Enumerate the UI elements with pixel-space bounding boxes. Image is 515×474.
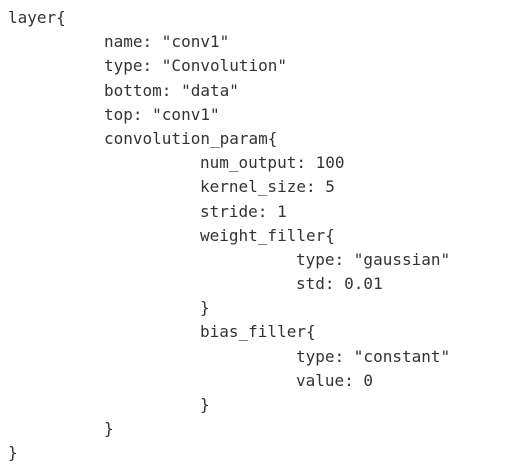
code-line-bias-filler-type: type: "constant" — [296, 346, 451, 366]
code-line-layer-open: layer{ — [8, 8, 66, 27]
code-line-convolution-param-open: convolution_param{ — [104, 128, 278, 148]
code-line-kernel-size: kernel_size: 5 — [200, 177, 335, 197]
code-line-weight-filler-close: } — [200, 298, 210, 318]
code-line-type: type: "Convolution" — [104, 56, 288, 76]
code-line-num-output: num_output: 100 — [200, 153, 345, 173]
code-line-weight-filler-std: std: 0.01 — [296, 274, 383, 294]
code-line-weight-filler-type: type: "gaussian" — [296, 249, 451, 269]
code-line-weight-filler-open: weight_filler{ — [200, 225, 335, 245]
code-line-name: name: "conv1" — [104, 32, 230, 52]
code-line-bias-filler-open: bias_filler{ — [200, 322, 316, 342]
code-line-layer-close: } — [8, 443, 18, 463]
code-line-bias-filler-value: value: 0 — [296, 370, 374, 390]
code-text-block: layer{ name: "conv1" type: "Convolution"… — [8, 6, 515, 474]
code-line-bias-filler-close: } — [200, 395, 210, 414]
code-line-convolution-param-close: } — [104, 419, 114, 439]
code-line-bottom: bottom: "data" — [104, 80, 239, 100]
code-line-top: top: "conv1" — [104, 104, 220, 124]
code-line-stride: stride: 1 — [200, 201, 287, 221]
